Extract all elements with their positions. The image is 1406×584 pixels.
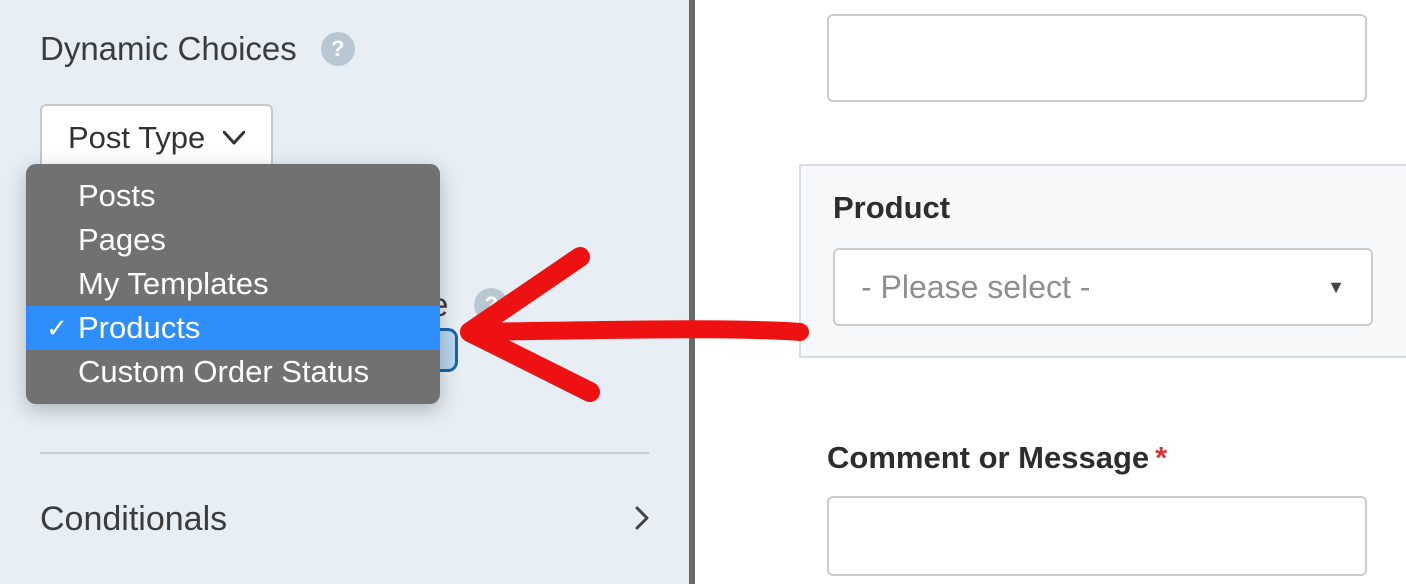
post-type-dropdown: Posts Pages My Templates ✓ Products Cust… (26, 164, 440, 404)
chevron-right-icon (635, 500, 649, 539)
select-label: Post Type (68, 120, 205, 156)
triangle-down-icon: ▼ (1327, 277, 1345, 298)
dropdown-item-label: Custom Order Status (78, 354, 369, 390)
help-icon[interactable]: ? (474, 288, 508, 322)
dropdown-item-label: Products (78, 310, 200, 346)
dropdown-item-label: Pages (78, 222, 166, 258)
post-type-select[interactable]: Post Type (40, 104, 273, 172)
check-icon: ✓ (36, 313, 78, 344)
dropdown-item-pages[interactable]: Pages (26, 218, 440, 262)
conditionals-label: Conditionals (40, 500, 227, 539)
dropdown-item-label: My Templates (78, 266, 269, 302)
comment-textarea[interactable] (827, 496, 1367, 576)
chevron-down-icon (223, 124, 245, 152)
dropdown-item-label: Posts (78, 178, 156, 214)
dropdown-item-custom-order-status[interactable]: Custom Order Status (26, 350, 440, 394)
product-select-placeholder: - Please select - (861, 269, 1090, 306)
help-icon[interactable]: ? (321, 32, 355, 66)
dynamic-choices-label: Dynamic Choices (40, 30, 297, 68)
section-divider (40, 452, 649, 454)
dropdown-item-my-templates[interactable]: My Templates (26, 262, 440, 306)
product-label: Product (833, 190, 1406, 226)
conditionals-row[interactable]: Conditionals (40, 500, 649, 539)
comment-label: Comment or Message (827, 440, 1149, 475)
product-field-block: Product - Please select - ▼ (799, 164, 1406, 358)
text-input[interactable] (827, 14, 1367, 102)
product-select[interactable]: - Please select - ▼ (833, 248, 1373, 326)
dropdown-item-products[interactable]: ✓ Products (26, 306, 440, 350)
required-mark: * (1155, 440, 1167, 475)
dropdown-item-posts[interactable]: Posts (26, 174, 440, 218)
